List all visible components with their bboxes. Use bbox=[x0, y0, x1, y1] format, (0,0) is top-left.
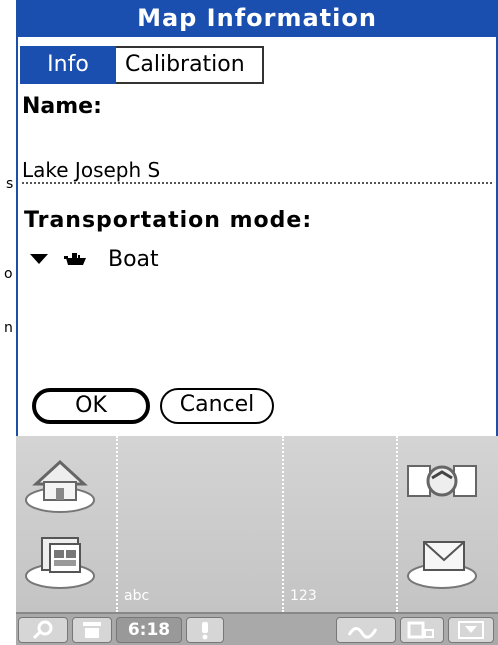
find-icon[interactable] bbox=[18, 617, 68, 643]
sync-icon[interactable] bbox=[402, 448, 482, 518]
dismiss-keyboard-icon[interactable] bbox=[448, 617, 494, 643]
tab-bar: Info Calibration bbox=[20, 46, 264, 84]
applications-icon[interactable] bbox=[22, 524, 102, 594]
transportation-mode-picker[interactable]: Boat bbox=[30, 244, 159, 274]
graffiti-area[interactable]: abc 123 bbox=[16, 436, 498, 612]
graffiti-icon[interactable] bbox=[336, 617, 396, 643]
boat-icon bbox=[64, 253, 86, 265]
graffiti-divider bbox=[396, 436, 398, 612]
cancel-button[interactable]: Cancel bbox=[160, 388, 274, 424]
ok-button[interactable]: OK bbox=[32, 388, 150, 424]
tab-info[interactable]: Info bbox=[20, 46, 116, 84]
background-text-fragment: n bbox=[4, 320, 13, 336]
status-bar: 6:18 bbox=[16, 612, 498, 645]
dropdown-triangle-icon[interactable] bbox=[30, 254, 48, 264]
graffiti-divider bbox=[282, 436, 284, 612]
mail-icon[interactable] bbox=[402, 524, 482, 594]
menu-icon[interactable] bbox=[72, 617, 112, 643]
graffiti-alpha-label: abc bbox=[124, 588, 150, 604]
clock[interactable]: 6:18 bbox=[116, 617, 182, 643]
graffiti-divider bbox=[116, 436, 118, 612]
name-label: Name: bbox=[22, 94, 102, 119]
name-field[interactable]: Lake Joseph S bbox=[22, 158, 492, 184]
transportation-mode-label: Transportation mode: bbox=[24, 208, 313, 233]
input-mode-icon[interactable] bbox=[400, 617, 444, 643]
background-text-fragment: o bbox=[4, 266, 13, 282]
home-icon[interactable] bbox=[22, 448, 102, 518]
transportation-mode-value: Boat bbox=[108, 246, 159, 272]
alert-icon[interactable] bbox=[186, 617, 224, 643]
graffiti-numeric-label: 123 bbox=[290, 588, 317, 604]
map-information-dialog: Map Information Info Calibration Name: L… bbox=[16, 0, 498, 436]
background-text-fragment: s bbox=[6, 176, 14, 192]
tab-calibration[interactable]: Calibration bbox=[116, 46, 264, 84]
dialog-title: Map Information bbox=[18, 0, 496, 37]
